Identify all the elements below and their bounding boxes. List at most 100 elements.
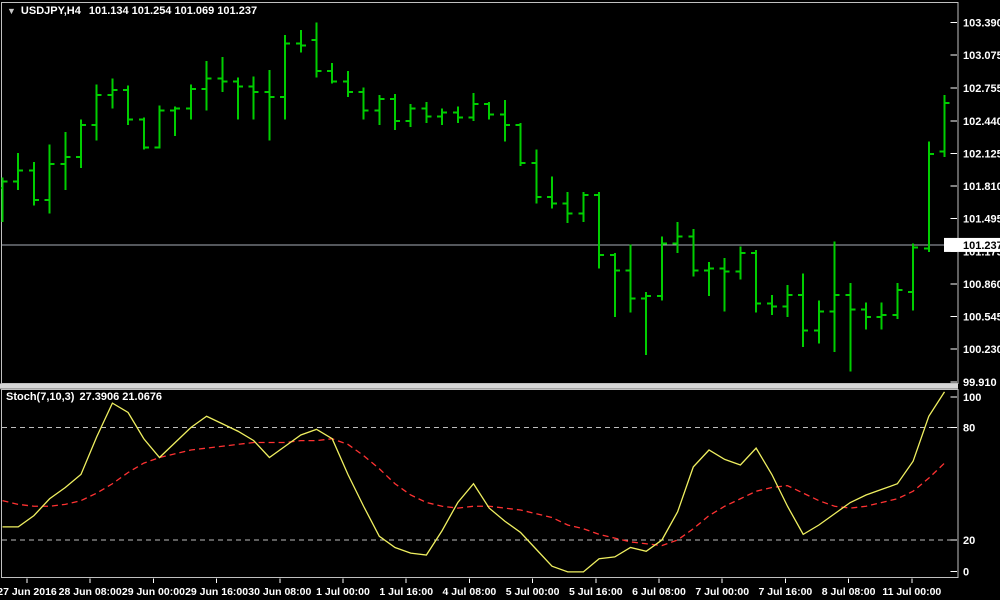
ohlc-bar (469, 93, 479, 121)
stoch-panel-border (2, 390, 959, 578)
ohlc-bar (343, 71, 353, 97)
time-axis-label: 27 Jun 2016 (0, 586, 57, 598)
stoch-axis-label: 20 (963, 535, 975, 547)
ohlc-bar (578, 192, 588, 222)
ohlc-bar (296, 30, 306, 53)
stoch-main-line (3, 392, 945, 572)
ohlc-bar (123, 86, 133, 125)
stoch-axis-label: 100 (963, 392, 981, 404)
price-axis-label: 100.545 (963, 311, 1000, 323)
ohlc-bar (626, 245, 636, 313)
ohlc-bar (202, 61, 212, 111)
time-axis-label: 29 Jun 00:00 (122, 586, 185, 598)
ohlc-bar (751, 250, 761, 313)
ohlc-bar (107, 78, 117, 108)
ohlc-bar (735, 247, 745, 280)
ohlc-bar (641, 292, 651, 355)
ohlc-bar (76, 120, 86, 169)
price-axis-label: 103.390 (963, 18, 1000, 30)
ohlc-bar (673, 222, 683, 253)
ohlc-bar (924, 141, 934, 251)
ohlc-bar (657, 236, 667, 300)
time-axis-label: 6 Jul 08:00 (632, 586, 686, 598)
ohlc-bar (29, 162, 39, 205)
time-axis-label: 1 Jul 00:00 (316, 586, 370, 598)
ohlc-bar (170, 106, 180, 136)
price-axis-label: 100.860 (963, 279, 1000, 291)
ohlc-bar (312, 23, 322, 78)
ohlc-bar (688, 229, 698, 276)
ohlc-bar (908, 244, 918, 311)
ohlc-bar (547, 176, 557, 208)
ohlc-bar (60, 132, 70, 190)
indicator-values: 27.3906 21.0676 (79, 391, 162, 403)
ohlc-bar (406, 104, 416, 127)
ohlc-bar (610, 253, 620, 317)
price-axis-label: 102.440 (963, 116, 1000, 128)
ohlc-bar (830, 242, 840, 352)
time-axis-label: 30 Jun 08:00 (248, 586, 311, 598)
ohlc-bar (280, 35, 290, 120)
ohlc-bar (720, 258, 730, 312)
ohlc-bar (845, 283, 855, 372)
ohlc-bar (484, 102, 494, 120)
ohlc-bar (704, 262, 714, 296)
ohlc-bar (877, 302, 887, 329)
ohlc-bar (767, 295, 777, 315)
ohlc-bar (186, 85, 196, 120)
time-axis-label: 29 Jun 16:00 (185, 586, 248, 598)
main-panel-border (2, 3, 959, 384)
stoch-axis-label: 0 (963, 567, 969, 579)
indicator-name: Stoch(7,10,3) (6, 391, 74, 403)
ohlc-bar (563, 192, 573, 223)
ohlc-bar (892, 283, 902, 319)
chart-canvas[interactable]: 103.390103.075102.755102.440102.125101.8… (0, 0, 1000, 600)
ohlc-bar (233, 77, 243, 119)
symbol-timeframe-label: USDJPY,H4 (21, 5, 81, 17)
ohlc-bar (783, 285, 793, 317)
ohlc-bar (798, 274, 808, 347)
symbol-dropdown-arrow-icon[interactable]: ▼ (7, 6, 16, 16)
time-axis-label: 5 Jul 00:00 (506, 586, 560, 598)
time-axis-label: 5 Jul 16:00 (569, 586, 623, 598)
ohlc-bar (453, 106, 463, 123)
ohlc-values-label: 101.134 101.254 101.069 101.237 (89, 5, 257, 17)
time-axis-label: 11 Jul 00:00 (882, 586, 941, 598)
ohlc-bar (437, 108, 447, 125)
ohlc-bar (264, 70, 274, 140)
price-axis-label: 99.910 (963, 377, 997, 389)
chart-title: ▼ USDJPY,H4 101.134 101.254 101.069 101.23… (7, 5, 257, 17)
ohlc-bar (155, 105, 165, 148)
ohlc-bar (861, 302, 871, 329)
time-axis-label: 7 Jul 00:00 (695, 586, 749, 598)
price-axis-label: 103.075 (963, 50, 1000, 62)
ohlc-bar (92, 85, 102, 141)
ohlc-bars-layer (0, 23, 950, 372)
ohlc-bar (327, 63, 337, 84)
price-axis-label: 100.230 (963, 344, 1000, 356)
price-axis-label: 101.495 (963, 213, 1000, 225)
ohlc-bar (359, 88, 369, 120)
ohlc-bar (531, 150, 541, 204)
current-price-label: 101.237 (963, 240, 1000, 252)
ohlc-bar (13, 153, 23, 190)
time-axis-label: 8 Jul 08:00 (822, 586, 876, 598)
ohlc-bar (249, 76, 259, 119)
ohlc-bar (421, 102, 431, 123)
price-axis-label: 102.125 (963, 148, 1000, 160)
price-axis-label: 102.755 (963, 83, 1000, 95)
stoch-axis-label: 80 (963, 423, 975, 435)
ohlc-bar (516, 123, 526, 166)
ohlc-bar (374, 95, 384, 125)
panel-splitter[interactable] (0, 384, 958, 390)
ohlc-bar (500, 100, 510, 141)
ohlc-bar (390, 94, 400, 130)
time-axis-label: 1 Jul 16:00 (379, 586, 433, 598)
indicator-label: Stoch(7,10,3) 27.3906 21.0676 (6, 391, 162, 403)
stoch-signal-line (3, 439, 945, 546)
ohlc-bar (139, 118, 149, 150)
ohlc-bar (594, 192, 604, 268)
ohlc-bar (217, 57, 227, 92)
time-axis-label: 28 Jun 08:00 (59, 586, 122, 598)
ohlc-bar (45, 144, 55, 213)
